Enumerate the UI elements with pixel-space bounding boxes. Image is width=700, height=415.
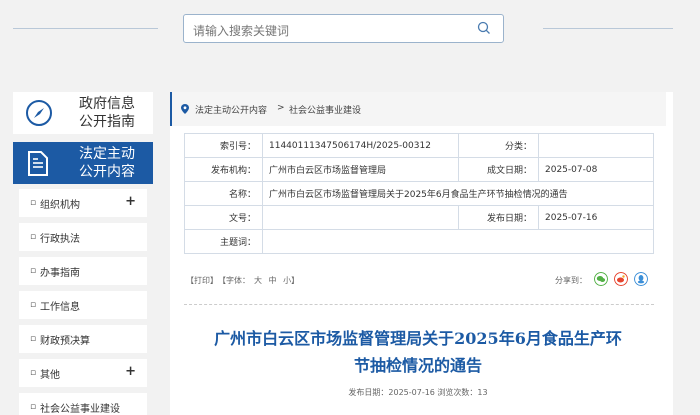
- sidebar-item-work-info[interactable]: ▫ 工作信息: [19, 291, 147, 319]
- name-label: 名称：: [184, 181, 263, 206]
- sidebar-item-public-welfare[interactable]: ▫ 社会公益事业建设: [19, 393, 147, 415]
- doc-number-value: [262, 205, 459, 230]
- publish-date-value: 2025-07-16: [538, 205, 654, 230]
- doc-number-label: 文号：: [184, 205, 263, 230]
- divider-left: [13, 28, 158, 29]
- document-icon: ▫: [30, 402, 37, 412]
- document-icon: ▫: [30, 198, 37, 208]
- category-value: [538, 133, 654, 158]
- subject-label: 主题词：: [184, 229, 263, 254]
- document-icon: ▫: [30, 334, 37, 344]
- breadcrumb-separator: >: [277, 103, 285, 113]
- share-label: 分享到：: [555, 276, 587, 285]
- document-icon: ▫: [30, 368, 37, 378]
- document-icon: ▫: [30, 300, 37, 310]
- document-meta-table: 索引号： 11440111347506174H/2025-00312 分类： 发…: [184, 133, 654, 254]
- qq-share-icon[interactable]: [634, 272, 648, 286]
- text-tools: 【打印】 【字体： 大 中 小】: [186, 275, 303, 286]
- search-input[interactable]: 请输入搜索关键词: [193, 22, 289, 39]
- guide-link[interactable]: 政府信息 公开指南: [13, 92, 153, 134]
- breadcrumb: 法定主动公开内容 > 社会公益事业建设: [170, 92, 666, 126]
- print-button[interactable]: 【打印】: [186, 276, 218, 285]
- document-icon: [28, 151, 48, 176]
- document-icon: ▫: [30, 232, 37, 242]
- location-pin-icon: [181, 104, 189, 114]
- main-content: 法定主动公开内容 > 社会公益事业建设 索引号： 114401113475061…: [170, 92, 673, 415]
- sidebar-item-budget[interactable]: ▫ 财政预决算: [19, 325, 147, 353]
- divider: [184, 304, 654, 305]
- index-label: 索引号：: [184, 133, 263, 158]
- sidebar-item-service-guide[interactable]: ▫ 办事指南: [19, 257, 147, 285]
- breadcrumb-link-statutory[interactable]: 法定主动公开内容: [195, 103, 267, 116]
- article-publish-info: 发布日期：2025-07-16 浏览次数：13: [348, 388, 488, 397]
- expand-icon[interactable]: +: [125, 194, 136, 209]
- divider-right: [543, 28, 673, 29]
- breadcrumb-accent-bar: [170, 92, 172, 126]
- article-title: 广州市白云区市场监督管理局关于2025年6月食品生产环 节抽检情况的通告: [214, 329, 622, 375]
- weibo-share-icon[interactable]: [614, 272, 628, 286]
- search-box[interactable]: 请输入搜索关键词: [183, 14, 504, 43]
- search-icon[interactable]: [477, 21, 491, 35]
- created-date-value: 2025-07-08: [538, 157, 654, 182]
- issuer-label: 发布机构：: [184, 157, 263, 182]
- wechat-share-icon[interactable]: [594, 272, 608, 286]
- name-value: 广州市白云区市场监督管理局关于2025年6月食品生产环节抽检情况的通告: [262, 181, 654, 206]
- guide-label: 政府信息 公开指南: [79, 96, 135, 130]
- issuer-value: 广州市白云区市场监督管理局: [262, 157, 459, 182]
- font-medium-button[interactable]: 中: [269, 276, 277, 285]
- document-icon: ▫: [30, 266, 37, 276]
- sidebar-item-organization[interactable]: ▫ 组织机构 +: [19, 189, 147, 217]
- font-small-button[interactable]: 小】: [283, 276, 299, 285]
- sidebar-item-other[interactable]: ▫ 其他 +: [19, 359, 147, 387]
- subject-value: [262, 229, 654, 254]
- font-large-button[interactable]: 大: [254, 276, 262, 285]
- category-label: 分类：: [458, 133, 539, 158]
- index-value: 11440111347506174H/2025-00312: [262, 133, 459, 158]
- font-size-label: 【字体：: [222, 276, 250, 285]
- sidebar-item-enforcement[interactable]: ▫ 行政执法: [19, 223, 147, 251]
- statutory-content-link[interactable]: 法定主动 公开内容: [13, 142, 153, 184]
- expand-icon[interactable]: +: [125, 364, 136, 379]
- created-date-label: 成文日期：: [458, 157, 539, 182]
- compass-icon: [26, 100, 52, 126]
- statutory-content-label: 法定主动 公开内容: [79, 146, 135, 180]
- publish-date-label: 发布日期：: [458, 205, 539, 230]
- breadcrumb-link-public-welfare[interactable]: 社会公益事业建设: [289, 103, 361, 116]
